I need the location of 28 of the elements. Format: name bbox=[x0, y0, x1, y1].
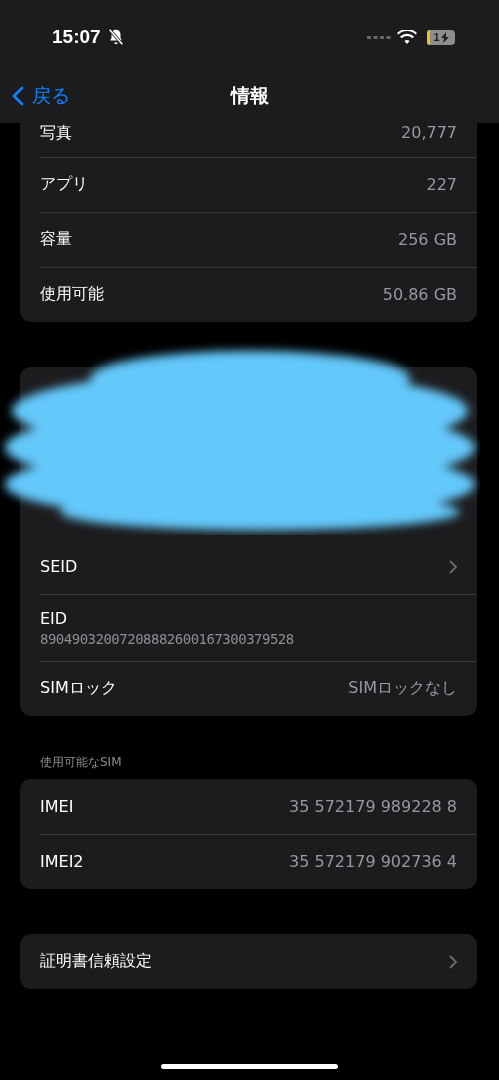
row-value: 256 GB bbox=[398, 230, 457, 249]
row-label: 証明書信頼設定 bbox=[40, 951, 152, 972]
section-header: 使用可能なSIM bbox=[40, 754, 123, 771]
row-label: アプリ bbox=[40, 174, 88, 195]
row-value: 35 572179 989228 8 bbox=[289, 797, 457, 816]
wifi-icon bbox=[397, 29, 417, 45]
page-title: 情報 bbox=[230, 83, 269, 108]
back-chevron-icon bbox=[12, 86, 24, 106]
status-time: 15:07 bbox=[52, 26, 101, 48]
row-label: IMEI bbox=[40, 797, 74, 816]
back-button[interactable]: 戻る bbox=[0, 83, 70, 109]
row-label: 写真 bbox=[40, 123, 72, 144]
row-label: IMEI2 bbox=[40, 852, 84, 871]
row-label: SEID bbox=[40, 557, 78, 576]
row-label: SIMロック bbox=[40, 678, 117, 699]
row-detail: 89049032007208882600167300379528 bbox=[40, 630, 294, 647]
row-label: 使用可能 bbox=[40, 284, 104, 305]
row-value: 20,777 bbox=[401, 123, 457, 142]
row-value: 50.86 GB bbox=[382, 285, 457, 304]
battery-icon: 1 bbox=[427, 29, 455, 45]
row-value: 227 bbox=[426, 175, 457, 194]
row-label: EID bbox=[40, 608, 69, 628]
signal-icon bbox=[367, 34, 391, 40]
row-value: 35 572179 902736 4 bbox=[289, 852, 457, 871]
settings-row[interactable]: SEID bbox=[20, 539, 477, 594]
row-value: SIMロックなし bbox=[348, 678, 457, 699]
row-label: 容量 bbox=[40, 229, 72, 250]
settings-row[interactable]: 証明書信頼設定 bbox=[20, 934, 477, 989]
